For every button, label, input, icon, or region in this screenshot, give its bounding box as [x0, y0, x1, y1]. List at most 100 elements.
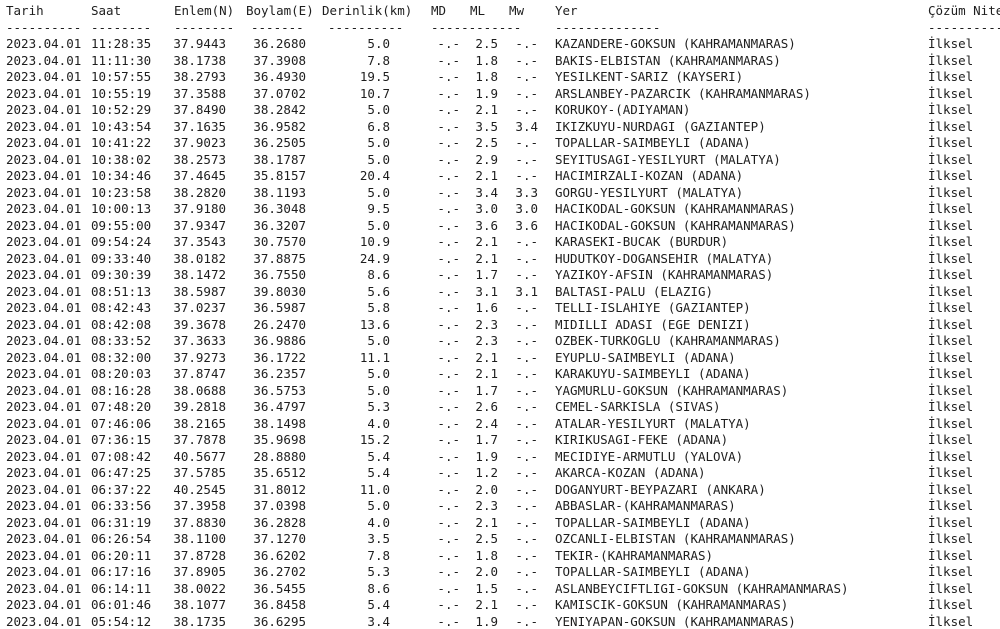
cell-md: -.- — [437, 316, 460, 332]
cell-solution: İlksel — [928, 217, 974, 233]
cell-md: -.- — [437, 201, 460, 216]
cell-place: AKARCA-KOZAN (ADANA) — [555, 465, 706, 480]
cell-place: GORGU-YESILYURT (MALATYA) — [555, 184, 744, 200]
cell-lon: 36.9886 — [253, 333, 306, 348]
cell-depth: 3.5 — [367, 531, 390, 546]
cell-place: TOPALLAR-SAIMBEYLI (ADANA) — [555, 514, 751, 530]
cell-solution: İlksel — [928, 448, 974, 464]
cell-solution: İlksel — [928, 184, 974, 200]
header-solution: Çözüm Niteliği — [928, 3, 1000, 18]
cell-lon: 37.1270 — [253, 531, 306, 546]
cell-lon: 31.8012 — [253, 481, 306, 497]
header-mw: Mw — [509, 3, 525, 18]
cell-md: -.- — [437, 382, 460, 398]
cell-date: 2023.04.01 — [6, 415, 82, 431]
cell-time: 06:33:56 — [91, 498, 152, 513]
cell-md: -.- — [437, 547, 460, 563]
cell-place: YESILKENT-SARIZ (KAYSERI) — [555, 69, 744, 84]
cell-time: 07:36:15 — [91, 432, 152, 447]
cell-ml: 1.2 — [475, 465, 498, 480]
cell-time: 09:33:40 — [91, 250, 152, 266]
cell-place: KAMISCIK-GOKSUN (KAHRAMANMARAS) — [555, 597, 789, 612]
cell-mw: -.- — [515, 316, 538, 332]
header-date: Tarih — [6, 3, 44, 18]
cell-md: -.- — [437, 102, 460, 117]
cell-date: 2023.04.01 — [6, 498, 82, 513]
cell-mw: -.- — [515, 597, 538, 612]
cell-lat: 38.2820 — [173, 184, 226, 200]
cell-lat: 38.1100 — [173, 531, 226, 546]
cell-place: SEYITUSAGI-YESILYURT (MALATYA) — [555, 151, 781, 167]
cell-md: -.- — [437, 69, 460, 84]
cell-md: -.- — [437, 118, 460, 134]
cell-lat: 37.0237 — [173, 300, 226, 315]
cell-mw: -.- — [515, 382, 538, 398]
cell-time: 08:32:00 — [91, 349, 152, 365]
cell-mw: -.- — [515, 85, 538, 101]
cell-md: -.- — [437, 217, 460, 233]
cell-depth: 4.0 — [367, 415, 390, 431]
cell-time: 10:38:02 — [91, 151, 152, 167]
cell-solution: İlksel — [928, 333, 974, 348]
cell-depth: 5.0 — [367, 333, 390, 348]
cell-solution: İlksel — [928, 580, 974, 596]
cell-depth: 5.0 — [367, 135, 390, 150]
header-depth: Derinlik(km) — [322, 3, 413, 18]
cell-lat: 38.5987 — [173, 283, 226, 299]
cell-depth: 5.0 — [367, 498, 390, 513]
separator-time: -------- — [91, 19, 152, 35]
cell-solution: İlksel — [928, 201, 974, 216]
cell-time: 08:33:52 — [91, 333, 152, 348]
cell-date: 2023.04.01 — [6, 366, 82, 381]
cell-depth: 4.0 — [367, 514, 390, 530]
cell-date: 2023.04.01 — [6, 333, 82, 348]
cell-place: ARSLANBEY-PAZARCIK (KAHRAMANMARAS) — [555, 85, 811, 101]
cell-place: KAZANDERE-GOKSUN (KAHRAMANMARAS) — [555, 36, 796, 51]
cell-depth: 9.5 — [367, 201, 390, 216]
cell-lat: 40.2545 — [173, 481, 226, 497]
cell-solution: İlksel — [928, 234, 974, 249]
cell-lon: 36.5753 — [253, 382, 306, 398]
cell-place: YENIYAPAN-GOKSUN (KAHRAMANMARAS) — [555, 613, 796, 629]
cell-lat: 38.0688 — [173, 382, 226, 398]
cell-lat: 38.2793 — [173, 69, 226, 84]
cell-place: HACIKODAL-GOKSUN (KAHRAMANMARAS) — [555, 201, 796, 216]
cell-time: 06:37:22 — [91, 481, 152, 497]
cell-lon: 36.2702 — [253, 564, 306, 579]
cell-lat: 38.1738 — [173, 52, 226, 68]
cell-lon: 26.2470 — [253, 316, 306, 332]
cell-solution: İlksel — [928, 597, 974, 612]
cell-date: 2023.04.01 — [6, 168, 82, 183]
cell-depth: 7.8 — [367, 52, 390, 68]
cell-ml: 2.5 — [475, 135, 498, 150]
cell-place: BALTASI-PALU (ELAZIG) — [555, 283, 714, 299]
cell-md: -.- — [437, 432, 460, 447]
cell-place: KARAKUYU-SAIMBEYLI (ADANA) — [555, 366, 751, 381]
cell-md: -.- — [437, 283, 460, 299]
cell-mw: -.- — [515, 250, 538, 266]
cell-time: 08:42:43 — [91, 300, 152, 315]
cell-lat: 37.9273 — [173, 349, 226, 365]
cell-ml: 2.3 — [475, 333, 498, 348]
cell-depth: 5.0 — [367, 217, 390, 233]
cell-ml: 1.8 — [475, 69, 498, 84]
cell-ml: 1.8 — [475, 547, 498, 563]
cell-ml: 2.3 — [475, 316, 498, 332]
cell-lon: 36.6202 — [253, 547, 306, 563]
cell-lon: 36.2505 — [253, 135, 306, 150]
cell-place: ATALAR-YESILYURT (MALATYA) — [555, 415, 751, 431]
cell-lat: 37.9180 — [173, 201, 226, 216]
cell-ml: 2.3 — [475, 498, 498, 513]
cell-place: HUDUTKOY-DOGANSEHIR (MALATYA) — [555, 250, 774, 266]
cell-place: TELLI-ISLAHIYE (GAZIANTEP) — [555, 300, 751, 315]
cell-md: -.- — [437, 267, 460, 282]
header-lon: Boylam(E) — [246, 3, 314, 18]
cell-place: ASLANBEYCIFTLIGI-GOKSUN (KAHRAMANMARAS) — [555, 580, 849, 596]
cell-mw: -.- — [515, 514, 538, 530]
cell-depth: 5.4 — [367, 597, 390, 612]
cell-solution: İlksel — [928, 498, 974, 513]
cell-solution: İlksel — [928, 531, 974, 546]
cell-time: 08:20:03 — [91, 366, 152, 381]
cell-date: 2023.04.01 — [6, 184, 82, 200]
cell-ml: 2.1 — [475, 250, 498, 266]
